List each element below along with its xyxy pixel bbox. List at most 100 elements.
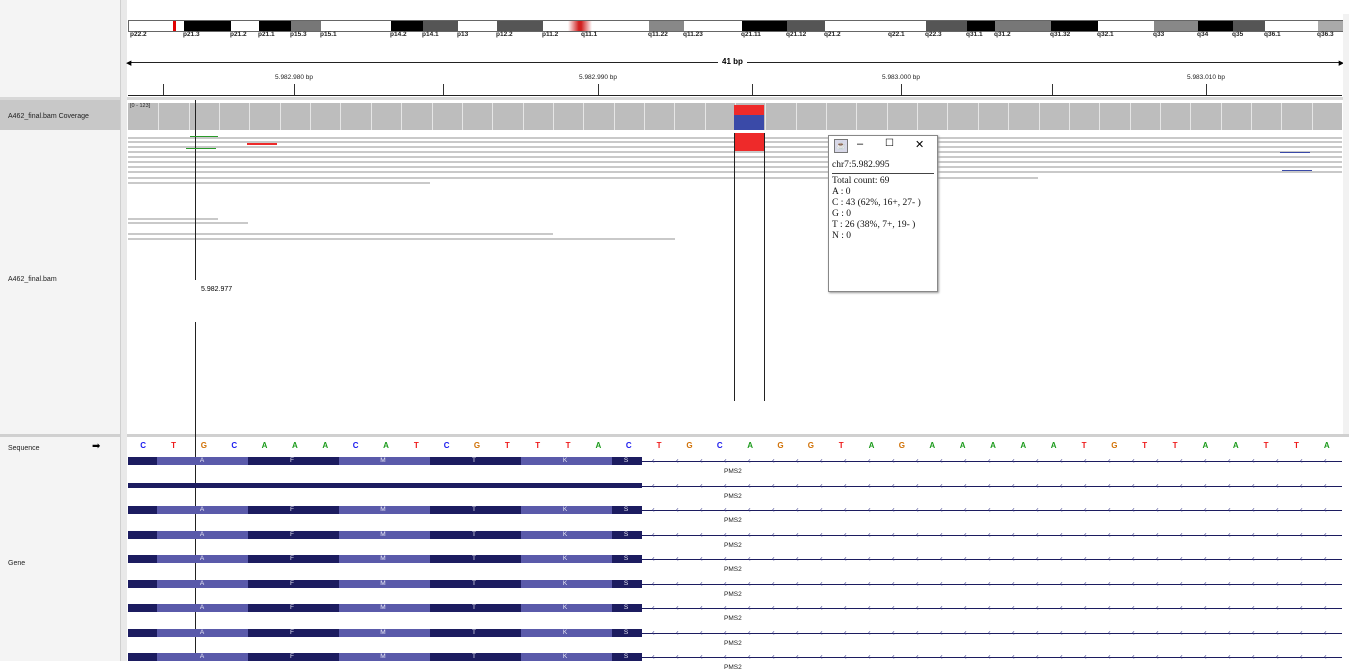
strand-direction-icon: ‹ bbox=[796, 579, 799, 588]
strand-direction-icon: ‹ bbox=[1012, 628, 1015, 637]
band-q35[interactable] bbox=[1233, 21, 1265, 31]
band-q33[interactable] bbox=[1154, 21, 1198, 31]
scrollbar[interactable] bbox=[1343, 14, 1349, 434]
gene-intron-line[interactable] bbox=[642, 608, 1342, 609]
aligned-read[interactable] bbox=[128, 171, 1342, 173]
band-p15.1[interactable] bbox=[321, 21, 391, 31]
strand-direction-icon: ‹ bbox=[1300, 554, 1303, 563]
popup-count-a: A : 0 bbox=[832, 187, 851, 197]
band-p21.2[interactable] bbox=[231, 21, 259, 31]
band-q31.2[interactable] bbox=[995, 21, 1051, 31]
band-q36.1[interactable] bbox=[1265, 21, 1318, 31]
strand-direction-icon: ‹ bbox=[844, 579, 847, 588]
band-q21.2[interactable] bbox=[825, 21, 889, 31]
band-q31.1[interactable] bbox=[967, 21, 995, 31]
aligned-read[interactable] bbox=[128, 222, 248, 224]
band-label: p21.3 bbox=[183, 31, 200, 38]
gene-exon[interactable] bbox=[128, 604, 157, 612]
aligned-read[interactable] bbox=[128, 233, 553, 235]
band-q11.1[interactable] bbox=[582, 21, 649, 31]
band-label: p12.2 bbox=[496, 31, 513, 38]
popup-titlebar[interactable]: ☕ – ☐ ✕ bbox=[829, 136, 937, 156]
gene-intron-line[interactable] bbox=[642, 510, 1342, 511]
band-p13[interactable] bbox=[458, 21, 497, 31]
band-q11.22[interactable] bbox=[649, 21, 684, 31]
aligned-read[interactable] bbox=[128, 182, 430, 184]
gene-intron-line[interactable] bbox=[642, 584, 1342, 585]
gene-exon[interactable] bbox=[128, 457, 157, 465]
gene-track-label[interactable]: Gene bbox=[8, 560, 25, 567]
amino-acid-label: M bbox=[380, 580, 386, 587]
strand-arrow-icon[interactable]: ➡ bbox=[92, 441, 100, 452]
gene-exon[interactable] bbox=[128, 629, 157, 637]
gene-intron-line[interactable] bbox=[642, 461, 1342, 462]
strand-direction-icon: ‹ bbox=[796, 628, 799, 637]
band-q22.3[interactable] bbox=[926, 21, 967, 31]
gene-name-label: PMS2 bbox=[724, 615, 742, 622]
coverage-bin-divider bbox=[1039, 103, 1040, 130]
gene-exon[interactable] bbox=[128, 653, 157, 661]
strand-direction-icon: ‹ bbox=[988, 628, 991, 637]
gene-exon[interactable] bbox=[128, 506, 157, 514]
strand-direction-icon: ‹ bbox=[1012, 530, 1015, 539]
sequence-track-label[interactable]: Sequence bbox=[8, 445, 40, 452]
coverage-bin-divider bbox=[826, 103, 827, 130]
amino-acid-label: A bbox=[199, 653, 205, 660]
strand-direction-icon: ‹ bbox=[796, 530, 799, 539]
gene-intron-line[interactable] bbox=[642, 486, 1342, 487]
strand-direction-icon: ‹ bbox=[1156, 481, 1159, 490]
band-p22.2[interactable] bbox=[131, 21, 184, 31]
strand-direction-icon: ‹ bbox=[964, 603, 967, 612]
strand-direction-icon: ‹ bbox=[1228, 481, 1231, 490]
band-q36.3[interactable] bbox=[1318, 21, 1343, 31]
band-q22.1[interactable] bbox=[889, 21, 926, 31]
band-q11.23[interactable] bbox=[684, 21, 742, 31]
coverage-mismatch-blue[interactable] bbox=[734, 115, 764, 130]
coverage-bin-divider bbox=[765, 103, 766, 130]
base-info-popup[interactable]: ☕ – ☐ ✕ chr7:5.982.995 Total count: 69 A… bbox=[828, 135, 938, 292]
aligned-read[interactable] bbox=[128, 161, 1342, 163]
aligned-read[interactable] bbox=[128, 151, 1342, 153]
band-q31.32[interactable] bbox=[1051, 21, 1098, 31]
coverage-mismatch-red[interactable] bbox=[734, 105, 764, 115]
alignment-track-label[interactable]: A462_final.bam bbox=[8, 276, 57, 283]
band-q21.12[interactable] bbox=[787, 21, 825, 31]
band-p14.1[interactable] bbox=[423, 21, 458, 31]
band-p21.1[interactable] bbox=[259, 21, 291, 31]
band-q34[interactable] bbox=[1198, 21, 1233, 31]
mismatch-column[interactable] bbox=[734, 133, 764, 151]
band-q21.11[interactable] bbox=[742, 21, 787, 31]
gene-intron-line[interactable] bbox=[642, 535, 1342, 536]
aligned-read[interactable] bbox=[128, 156, 1342, 158]
band-p12.2[interactable] bbox=[497, 21, 543, 31]
maximize-button[interactable]: ☐ bbox=[885, 138, 894, 149]
gene-intron-line[interactable] bbox=[642, 633, 1342, 634]
aligned-read[interactable] bbox=[128, 238, 675, 240]
gene-intron-line[interactable] bbox=[642, 559, 1342, 560]
gene-exon[interactable] bbox=[128, 580, 157, 588]
band-p14.2[interactable] bbox=[391, 21, 423, 31]
aligned-read[interactable] bbox=[128, 166, 1342, 168]
ruler[interactable]: ◀ ▶ 41 bp 5.982.980 bp 5.982.990 bp 5.983.… bbox=[126, 57, 1344, 96]
amino-acid-label: F bbox=[290, 457, 294, 464]
band-p15.3[interactable] bbox=[291, 21, 321, 31]
aligned-read[interactable] bbox=[128, 218, 218, 220]
strand-direction-icon: ‹ bbox=[988, 554, 991, 563]
band-label: q32.1 bbox=[1097, 31, 1114, 38]
strand-direction-icon: ‹ bbox=[916, 481, 919, 490]
gene-intron-line[interactable] bbox=[642, 657, 1342, 658]
close-button[interactable]: ✕ bbox=[915, 138, 924, 151]
gene-intron-bar[interactable] bbox=[128, 483, 642, 488]
reference-base: G bbox=[777, 441, 784, 450]
band-p21.3[interactable] bbox=[184, 21, 231, 31]
minimize-button[interactable]: – bbox=[857, 138, 863, 150]
strand-direction-icon: ‹ bbox=[748, 530, 751, 539]
strand-direction-icon: ‹ bbox=[772, 481, 775, 490]
column-guide-left bbox=[734, 133, 735, 401]
band-q32.1[interactable] bbox=[1098, 21, 1154, 31]
ruler-tick bbox=[752, 84, 753, 95]
gene-exon[interactable] bbox=[128, 531, 157, 539]
vertical-divider[interactable] bbox=[120, 0, 127, 661]
gene-exon[interactable] bbox=[128, 555, 157, 563]
strand-direction-icon: ‹ bbox=[1276, 530, 1279, 539]
